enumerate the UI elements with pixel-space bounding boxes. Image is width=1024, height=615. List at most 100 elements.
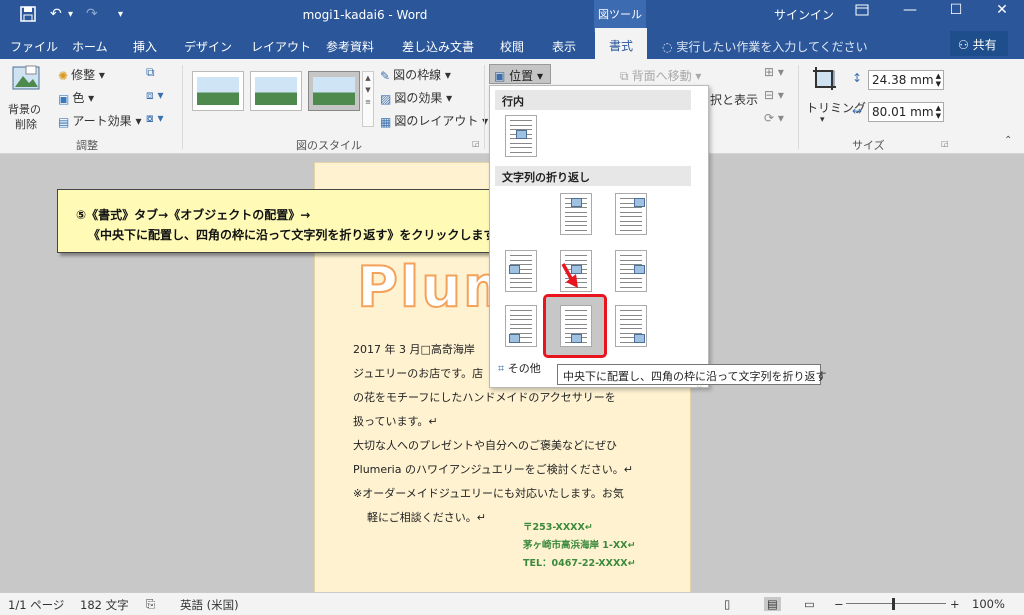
signin-link[interactable]: サインイン — [774, 6, 834, 23]
tab-file[interactable]: ファイル — [10, 38, 58, 55]
compress-icon[interactable]: ⧉ — [146, 65, 155, 80]
lightbulb-icon: ◌ — [662, 40, 673, 54]
inline-option[interactable] — [505, 115, 537, 157]
text-line — [565, 328, 587, 329]
adjust-group-label: 調整 — [76, 139, 98, 152]
text-line — [510, 286, 532, 288]
color-button[interactable]: ▣ 色 ▾ — [58, 89, 94, 106]
reset-picture-icon[interactable]: ⧇ ▾ — [146, 111, 163, 126]
wrap-bottom-center-option[interactable] — [560, 305, 592, 347]
rotate-icon[interactable]: ⟳ ▾ — [764, 111, 784, 125]
text-line — [620, 216, 642, 217]
picture-icon — [634, 334, 645, 343]
share-button[interactable]: ⚇ 共有 — [950, 31, 1008, 56]
send-backward-button[interactable]: ⧉ 背面へ移動 ▾ — [620, 67, 701, 84]
read-mode-icon[interactable]: ▯ — [724, 597, 730, 611]
picture-effects-button[interactable]: ▨ 図の効果 ▾ — [380, 89, 452, 106]
wrap-header: 文字列の折り返し — [495, 166, 691, 186]
corrections-button[interactable]: ✺ 修整 ▾ — [58, 66, 105, 83]
zoom-slider-thumb[interactable] — [892, 598, 895, 610]
align-icon[interactable]: ⊞ ▾ — [764, 65, 784, 79]
web-layout-icon[interactable]: ▭ — [804, 597, 815, 611]
zoom-level[interactable]: 100% — [972, 597, 1005, 611]
text-line — [510, 142, 532, 144]
position-label: 位置 — [509, 69, 534, 83]
height-field[interactable]: 24.38 mm ▲ ▼ — [868, 70, 944, 90]
text-line — [620, 229, 642, 231]
picture-style-2[interactable] — [250, 71, 302, 111]
group-icon[interactable]: ⊟ ▾ — [764, 88, 784, 102]
text-line — [620, 328, 642, 329]
width-field[interactable]: 80.01 mm ▲ ▼ — [868, 102, 944, 122]
picture-icon — [509, 265, 520, 274]
text-line — [510, 151, 532, 153]
body-line: 軽にご相談ください。↵ — [367, 511, 486, 524]
text-line — [510, 277, 532, 279]
size-dialog-launcher-icon[interactable]: ◲ — [941, 139, 949, 148]
maximize-icon[interactable]: ☐ — [936, 2, 976, 18]
print-layout-icon[interactable]: ▤ — [764, 597, 781, 611]
width-icon: ↔ — [852, 104, 863, 118]
tab-format[interactable]: 書式 — [595, 28, 647, 59]
tab-view[interactable]: 表示 — [552, 38, 576, 55]
language-label[interactable]: 英語 (米国) — [180, 597, 239, 613]
dialog-launcher-icon[interactable]: ◲ — [472, 139, 480, 148]
tab-mailings[interactable]: 差し込み文書 — [402, 38, 474, 55]
picture-style-3[interactable] — [308, 71, 360, 111]
page-count[interactable]: 1/1 ページ — [8, 597, 64, 613]
word-count[interactable]: 182 文字 — [80, 597, 129, 613]
text-line — [620, 282, 642, 283]
zoom-in-icon[interactable]: + — [950, 597, 960, 611]
tab-references[interactable]: 参考資料 — [326, 38, 374, 55]
wrap-middle-left-option[interactable] — [505, 250, 537, 292]
picture-icon — [634, 265, 645, 274]
art-effects-button[interactable]: ▤ アート効果 ▾ — [58, 112, 141, 129]
height-spinner-icon[interactable]: ▲ ▼ — [936, 72, 941, 88]
proofing-icon[interactable]: ⎘ — [146, 597, 155, 612]
wrap-top-right-option[interactable] — [615, 193, 647, 235]
width-spinner-icon[interactable]: ▲ ▼ — [936, 104, 941, 120]
body-line: 2017 年 3 月□高奇海岸 — [353, 343, 475, 356]
minimize-icon[interactable]: — — [890, 2, 930, 18]
collapse-ribbon-icon[interactable]: ⌃ — [1004, 135, 1012, 146]
tab-design[interactable]: デザイン — [184, 38, 232, 55]
wrap-bottom-right-option[interactable] — [615, 305, 647, 347]
size-group-label: サイズ — [852, 139, 885, 152]
art-effects-label: アート効果 — [72, 114, 132, 128]
text-line — [510, 319, 532, 320]
tell-me-box[interactable]: ◌ 実行したい作業を入力してください — [662, 38, 868, 55]
position-button[interactable]: ▣ 位置 ▾ — [489, 64, 551, 84]
selection-pane-label[interactable]: 択と表示 — [710, 91, 758, 108]
layout-options-icon: ⌗ — [498, 362, 505, 375]
tab-home[interactable]: ホーム — [72, 38, 108, 55]
address-line: 〒253-XXXX↵ — [523, 522, 593, 533]
text-line — [565, 211, 587, 213]
picture-style-1[interactable] — [192, 71, 244, 111]
zoom-out-icon[interactable]: − — [834, 597, 844, 611]
text-line — [510, 124, 532, 126]
wrap-middle-right-option[interactable] — [615, 250, 647, 292]
tab-layout[interactable]: レイアウト — [251, 38, 311, 55]
text-line — [620, 225, 642, 226]
picture-icon — [571, 334, 582, 343]
tab-insert[interactable]: 挿入 — [133, 38, 157, 55]
styles-gallery-scroll[interactable]: ▲ ▼ ≡ — [362, 71, 374, 127]
picture-border-button[interactable]: ✎ 図の枠線 ▾ — [380, 66, 451, 83]
wrap-bottom-left-option[interactable] — [505, 305, 537, 347]
divider — [484, 65, 485, 149]
picture-layout-label: 図のレイアウト — [394, 114, 479, 128]
body-line: Plumeria のハワイアンジュエリーをご検討ください。↵ — [353, 463, 633, 476]
remove-background-button[interactable]: 背景の 削除 — [6, 64, 46, 134]
text-line — [510, 259, 532, 261]
tab-review[interactable]: 校閲 — [500, 38, 524, 55]
change-picture-icon[interactable]: ⧈ ▾ — [146, 88, 163, 103]
crop-button[interactable]: トリミング ▾ — [806, 65, 866, 131]
wrap-top-center-option[interactable] — [560, 193, 592, 235]
picture-layout-button[interactable]: ▦ 図のレイアウト ▾ — [380, 112, 488, 129]
text-line — [510, 120, 532, 121]
text-line — [510, 255, 532, 256]
zoom-slider-track[interactable] — [846, 603, 946, 604]
more-layout-options[interactable]: ⌗ その他 — [498, 360, 541, 376]
ribbon-display-icon[interactable] — [842, 4, 882, 20]
close-icon[interactable]: ✕ — [982, 2, 1022, 18]
